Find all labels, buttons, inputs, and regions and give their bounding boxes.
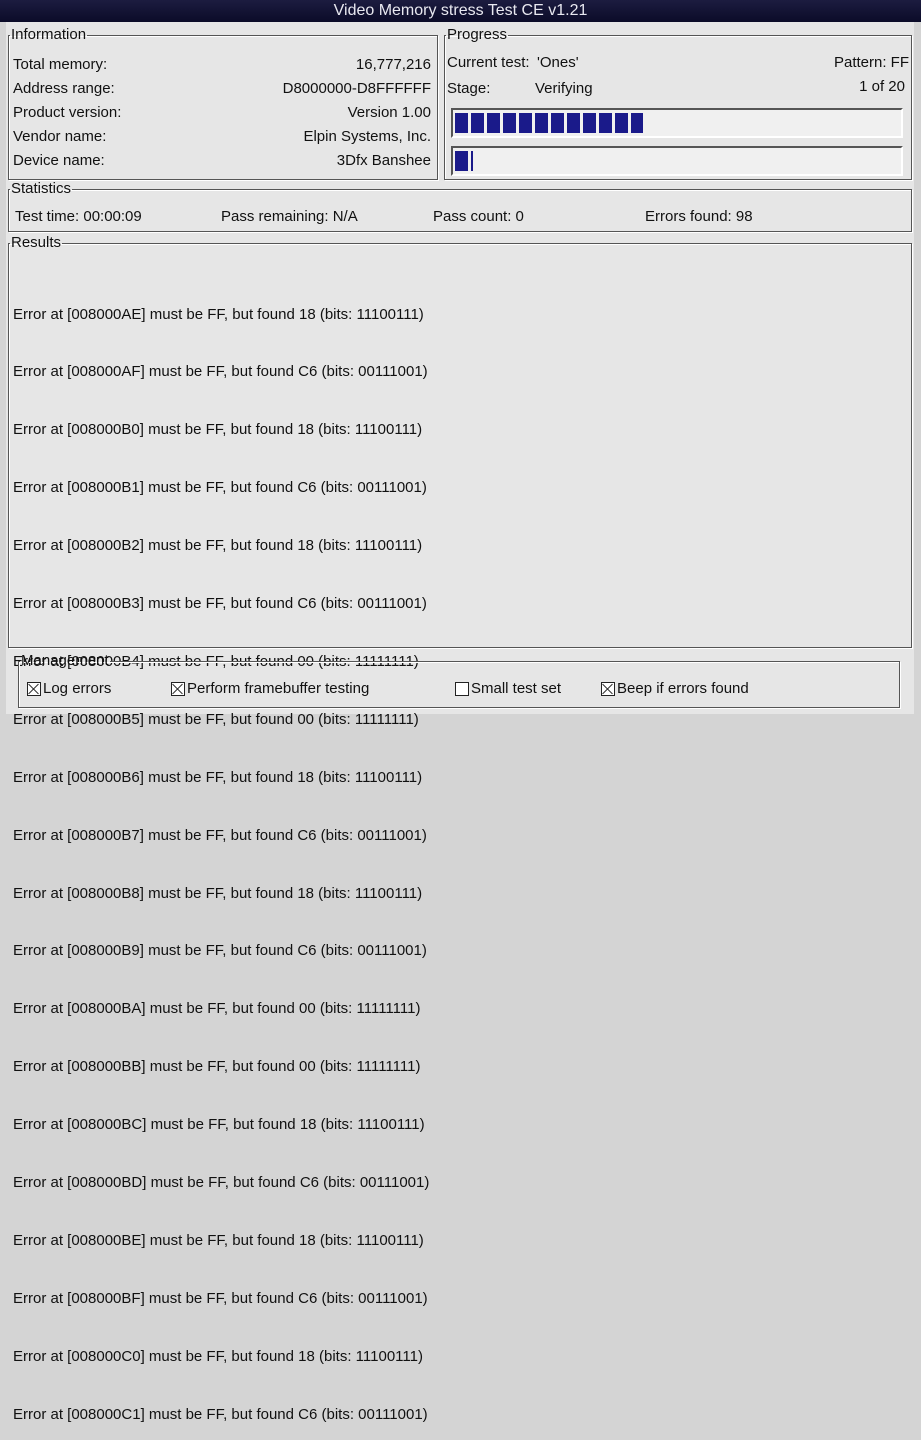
pattern-text: Pattern: FF (833, 54, 909, 71)
checkbox-mark[interactable] (27, 681, 41, 696)
overall-progress-fill (455, 151, 473, 171)
overall-progress-bar (451, 146, 903, 176)
checkbox-mark[interactable] (171, 681, 185, 696)
main-window: Information Total memory: 16,777,216 Add… (6, 22, 914, 1423)
result-line: Error at [008000B9] must be FF, but foun… (13, 942, 427, 960)
small-test-set-checkbox[interactable]: Small test set (455, 680, 561, 697)
framebuffer-testing-checkbox[interactable]: Perform framebuffer testing (171, 680, 369, 697)
results-group: Results Error at [008000AE] must be FF, … (8, 234, 912, 1423)
info-row-total-memory: Total memory: 16,777,216 (13, 56, 431, 73)
result-line: Error at [008000B5] must be FF, but foun… (13, 710, 419, 728)
result-line: Error at [008000AF] must be FF, but foun… (13, 363, 428, 381)
log-errors-checkbox[interactable]: Log errors (27, 680, 111, 697)
result-line: Error at [008000B3] must be FF, but foun… (13, 595, 427, 613)
result-line: Error at [008000BC] must be FF, but foun… (13, 1116, 425, 1134)
statistics-group: Statistics Test time: 00:00:09 Pass rema… (8, 180, 912, 232)
test-progress-fill (455, 113, 644, 133)
result-line: Error at [008000B1] must be FF, but foun… (13, 479, 427, 497)
errors-found: Errors found: 98 (645, 208, 753, 225)
current-test-label: Current test: (447, 54, 530, 71)
results-legend: Results (11, 234, 62, 251)
pass-count: Pass count: 0 (433, 208, 524, 225)
result-line: Error at [008000B8] must be FF, but foun… (13, 884, 423, 902)
result-line: Error at [008000B0] must be FF, but foun… (13, 421, 423, 439)
result-line: Error at [008000BE] must be FF, but foun… (13, 1231, 424, 1249)
result-line: Error at [008000BD] must be FF, but foun… (13, 1173, 430, 1191)
progress-legend: Progress (447, 26, 508, 43)
test-time: Test time: 00:00:09 (15, 208, 142, 225)
info-row-product-version: Product version: Version 1.00 (13, 104, 431, 121)
beep-if-errors-checkbox[interactable]: Beep if errors found (601, 680, 749, 697)
stage-label: Stage: (447, 80, 491, 97)
stage-value: Verifying (535, 80, 593, 97)
result-line: Error at [008000C1] must be FF, but foun… (13, 1405, 428, 1423)
info-row-address-range: Address range: D8000000-D8FFFFFF (13, 80, 431, 97)
result-line: Error at [008000C0] must be FF, but foun… (13, 1347, 423, 1365)
test-progress-bar (451, 108, 903, 138)
management-group: Management Log errors Perform framebuffe… (18, 652, 900, 708)
statistics-legend: Statistics (11, 180, 72, 197)
info-row-vendor-name: Vendor name: Elpin Systems, Inc. (13, 128, 431, 145)
results-list[interactable]: Error at [008000AE] must be FF, but foun… (13, 266, 429, 1440)
result-line: Error at [008000BF] must be FF, but foun… (13, 1289, 428, 1307)
current-test-value: 'Ones' (537, 54, 579, 71)
result-line: Error at [008000B6] must be FF, but foun… (13, 768, 423, 786)
window-title: Video Memory stress Test CE v1.21 (0, 0, 921, 22)
result-line: Error at [008000B7] must be FF, but foun… (13, 826, 427, 844)
pass-of-text: 1 of 20 (859, 78, 905, 95)
result-line: Error at [008000AE] must be FF, but foun… (13, 305, 424, 323)
information-group: Information Total memory: 16,777,216 Add… (8, 26, 438, 180)
pass-remaining: Pass remaining: N/A (221, 208, 358, 225)
information-legend: Information (11, 26, 87, 43)
management-legend: Management (21, 652, 109, 669)
result-line: Error at [008000B2] must be FF, but foun… (13, 537, 423, 555)
progress-group: Progress Current test: 'Ones' Pattern: F… (444, 26, 912, 180)
checkbox-mark[interactable] (601, 681, 615, 696)
result-line: Error at [008000BA] must be FF, but foun… (13, 1000, 421, 1018)
checkbox-mark[interactable] (455, 681, 469, 696)
result-line: Error at [008000BB] must be FF, but foun… (13, 1058, 421, 1076)
info-row-device-name: Device name: 3Dfx Banshee (13, 152, 431, 169)
